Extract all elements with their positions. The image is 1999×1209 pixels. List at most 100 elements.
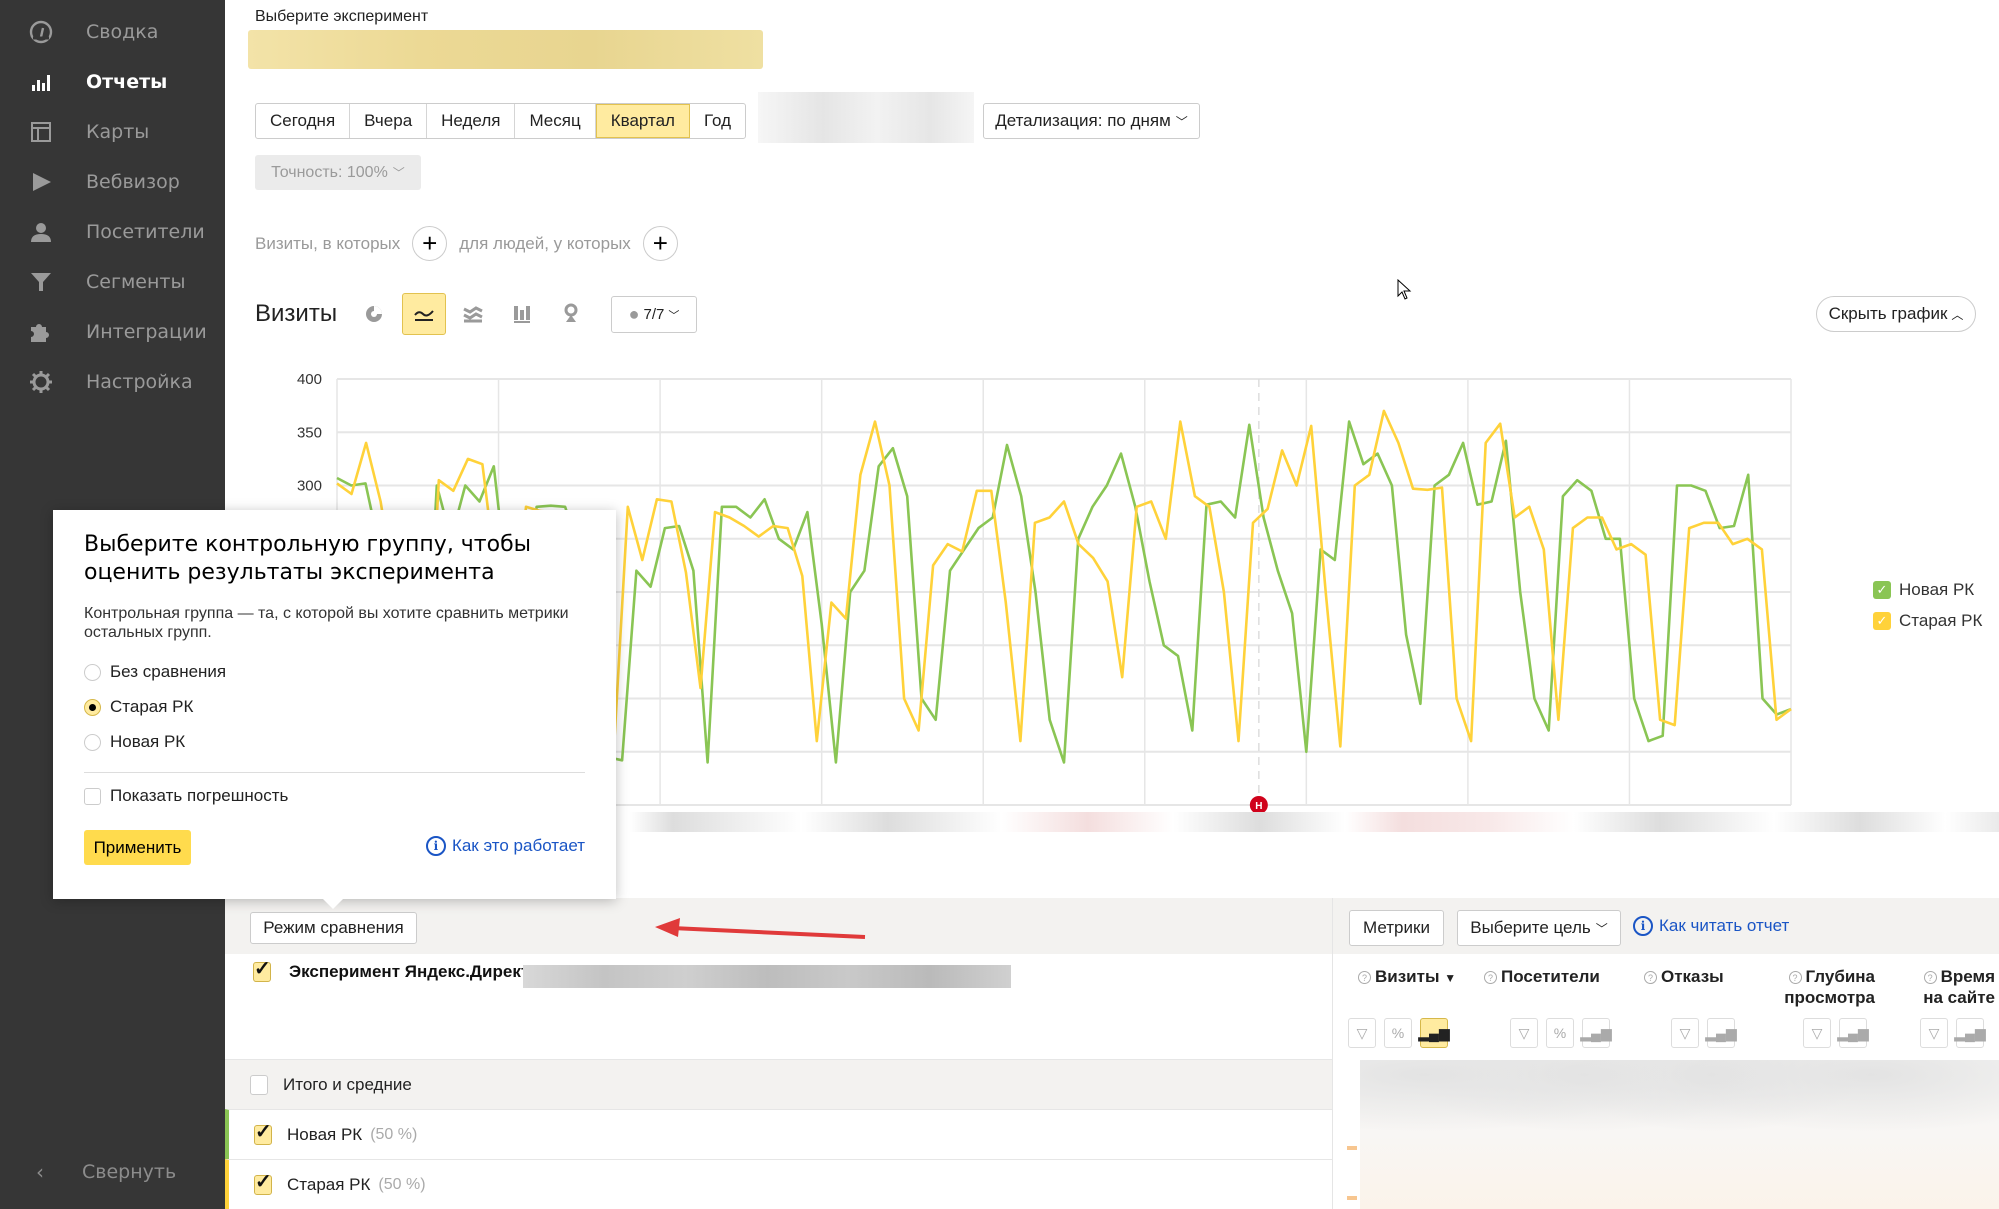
- how-to-read-link[interactable]: i Как читать отчет: [1633, 916, 1789, 936]
- help-icon[interactable]: ?: [1484, 971, 1497, 984]
- sidebar-item-webvisor[interactable]: Вебвизор: [28, 167, 180, 197]
- legend-label: Старая РК: [1899, 611, 1983, 630]
- sidebar-item-summary[interactable]: Сводка: [28, 17, 158, 47]
- column-visitors[interactable]: ? Посетители: [1484, 966, 1600, 987]
- control-group-popup: Выберите контрольную группу, чтобы оцени…: [53, 510, 616, 909]
- sidebar-item-settings[interactable]: Настройка: [28, 367, 193, 397]
- checkbox-box: [84, 787, 101, 805]
- info-icon: i: [1633, 916, 1653, 936]
- radio-old-rk[interactable]: Старая РК: [84, 697, 193, 717]
- red-arrow-annotation: [655, 918, 866, 939]
- row-label: Новая РК: [287, 1124, 363, 1144]
- row-share: (50 %): [378, 1175, 426, 1193]
- help-icon[interactable]: ?: [1644, 971, 1657, 984]
- info-icon: i: [425, 836, 446, 856]
- grouping-header: Эксперимент Яндекс.Директа: [253, 956, 539, 982]
- popup-tail: [323, 899, 343, 909]
- bar-indicator: [1347, 1196, 1357, 1200]
- sidebar-item-label: Отчеты: [86, 71, 168, 93]
- divider: [84, 772, 585, 773]
- radio-new-rk[interactable]: Новая РК: [84, 732, 185, 752]
- sidebar-item-label: Интеграции: [86, 321, 207, 343]
- column-time[interactable]: ? Время на сайте: [1905, 966, 1995, 1008]
- sort-desc-icon: ▼: [1444, 971, 1457, 985]
- collapse-sidebar-button[interactable]: ‹ Свернуть: [36, 1160, 176, 1184]
- sidebar-item-reports[interactable]: Отчеты: [28, 67, 167, 97]
- chart-toggle-icon[interactable]: ▂▄▆: [1580, 1018, 1612, 1048]
- divider: [1332, 898, 1333, 1209]
- puzzle-icon: [28, 319, 54, 345]
- legend-item-old[interactable]: ✓ Старая РК: [1873, 611, 1982, 631]
- table-row-old: Старая РК (50 %): [225, 1159, 1332, 1209]
- dashboard-icon: [28, 19, 54, 45]
- column-label: Посетители: [1501, 967, 1600, 986]
- legend-label: Новая РК: [1899, 580, 1975, 599]
- row-checkbox[interactable]: [254, 1169, 272, 1195]
- column-label: Визиты: [1375, 967, 1440, 986]
- sidebar-item-integrations[interactable]: Интеграции: [28, 317, 207, 347]
- apply-button[interactable]: Применить: [84, 830, 191, 865]
- radio-label: Без сравнения: [110, 662, 227, 681]
- radio-no-comparison[interactable]: Без сравнения: [84, 662, 226, 682]
- metrics-button[interactable]: Метрики: [1349, 910, 1444, 946]
- filter-icon[interactable]: ▽: [1803, 1018, 1831, 1048]
- radio-circle: [84, 663, 101, 681]
- chart-toggle-icon[interactable]: ▂▄▆: [1954, 1018, 1986, 1048]
- collapse-label: Свернуть: [82, 1161, 177, 1183]
- row-share: (50 %): [370, 1125, 418, 1143]
- table-row-totals: Итого и средние: [225, 1059, 1332, 1109]
- map-layout-icon: [28, 119, 54, 145]
- radio-circle: [84, 698, 101, 716]
- table-row-new: Новая РК (50 %): [225, 1109, 1332, 1159]
- chevron-down-icon: ﹀: [1595, 921, 1608, 936]
- sidebar-item-label: Посетители: [86, 221, 205, 243]
- popup-title: Выберите контрольную группу, чтобы оцени…: [84, 532, 532, 585]
- sidebar-item-segments[interactable]: Сегменты: [28, 267, 185, 297]
- sidebar-item-label: Сводка: [86, 21, 159, 43]
- filter-icon[interactable]: ▽: [1510, 1018, 1538, 1048]
- checkbox-label: Показать погрешность: [110, 786, 289, 805]
- mouse-cursor-icon: [1397, 279, 1412, 300]
- help-icon[interactable]: ?: [1788, 971, 1802, 984]
- sidebar-item-label: Вебвизор: [86, 171, 180, 193]
- filter-icon[interactable]: ▽: [1348, 1018, 1376, 1048]
- popup-description: Контрольная группа — та, с которой вы хо…: [84, 605, 569, 641]
- chart-toggle-icon[interactable]: ▂▄▆: [1837, 1018, 1869, 1048]
- y-tick-label: 400: [297, 371, 322, 388]
- row-label: Итого и средние: [283, 1074, 412, 1094]
- legend-item-new[interactable]: ✓ Новая РК: [1873, 580, 1974, 600]
- filter-icon[interactable]: ▽: [1671, 1018, 1699, 1048]
- y-tick-label: 350: [297, 424, 322, 441]
- chart-toggle-icon[interactable]: ▂▄▆: [1705, 1018, 1737, 1048]
- row-checkbox[interactable]: [254, 1119, 272, 1145]
- compare-mode-button[interactable]: Режим сравнения: [250, 912, 417, 944]
- grouping-name-blurred: [523, 965, 1011, 988]
- show-error-checkbox[interactable]: Показать погрешность: [84, 786, 288, 806]
- grouping-checkbox[interactable]: [253, 956, 271, 982]
- column-depth[interactable]: ? Глубина просмотра: [1770, 966, 1875, 1008]
- sidebar-item-visitors[interactable]: Посетители: [28, 217, 205, 247]
- help-icon[interactable]: ?: [1358, 971, 1371, 984]
- y-tick-label: 300: [297, 478, 322, 495]
- table-values-blurred: [1360, 1060, 1999, 1209]
- column-visits[interactable]: ? Визиты ▼: [1358, 966, 1456, 989]
- gear-icon: [28, 369, 54, 395]
- chart-toggle-icon[interactable]: ▂▄▆: [1418, 1018, 1450, 1048]
- sidebar-item-label: Сегменты: [86, 271, 186, 293]
- sidebar-item-maps[interactable]: Карты: [28, 117, 149, 147]
- check-icon: ✓: [1873, 581, 1891, 599]
- filter-icon[interactable]: ▽: [1920, 1018, 1948, 1048]
- column-bounces[interactable]: ? Отказы: [1644, 966, 1724, 987]
- percent-icon[interactable]: %: [1384, 1018, 1412, 1048]
- grouping-label: Эксперимент Яндекс.Директа: [289, 962, 539, 981]
- radio-label: Старая РК: [110, 697, 194, 716]
- row-checkbox[interactable]: [250, 1074, 268, 1095]
- radio-label: Новая РК: [110, 732, 186, 751]
- help-icon[interactable]: ?: [1923, 971, 1937, 984]
- how-it-works-link[interactable]: i Как это работает: [425, 836, 585, 856]
- user-icon: [28, 219, 54, 245]
- bar-indicator: [1347, 1146, 1357, 1150]
- percent-icon[interactable]: %: [1546, 1018, 1574, 1048]
- radio-circle: [84, 733, 101, 751]
- goal-dropdown[interactable]: Выберите цель ﹀: [1457, 910, 1621, 946]
